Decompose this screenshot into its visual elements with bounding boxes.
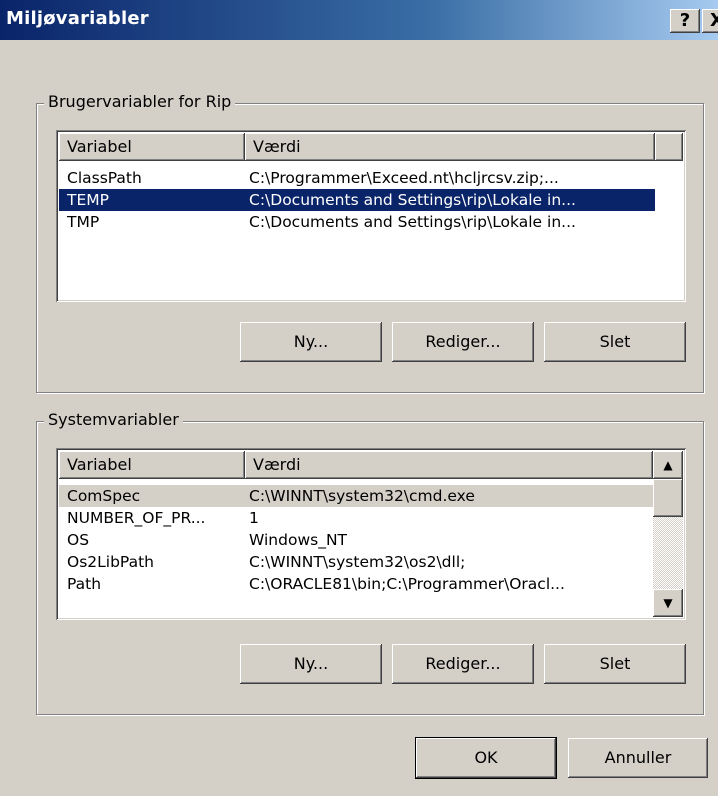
user-column-filler (655, 133, 683, 161)
environment-variables-dialog: Miljøvariabler ? X Brugervariabler for R… (0, 0, 718, 796)
ok-label: OK (474, 748, 498, 767)
scroll-down-arrow-icon: ▼ (663, 596, 673, 610)
user-edit-button[interactable]: Rediger... (392, 322, 534, 362)
variable-value: C:\WINNT\system32\cmd.exe (249, 487, 475, 505)
title-bar[interactable]: Miljøvariabler ? X (0, 0, 718, 40)
cancel-label: Annuller (604, 748, 672, 767)
variable-name: NUMBER_OF_PR... (67, 509, 206, 527)
system-column-value[interactable]: Værdi (245, 451, 653, 479)
variable-value: C:\Programmer\Exceed.nt\hcljrcsv.zip;... (249, 169, 559, 187)
system-delete-button[interactable]: Slet (544, 644, 686, 684)
scroll-up-button[interactable]: ▲ (653, 451, 683, 479)
system-delete-label: Slet (599, 654, 631, 673)
variable-value: Windows_NT (249, 531, 348, 549)
help-button[interactable]: ? (670, 9, 700, 33)
help-icon: ? (679, 10, 691, 31)
user-variables-list[interactable]: Variabel Værdi ClassPath C:\Programmer\E… (56, 130, 686, 302)
variable-name: ComSpec (67, 487, 141, 505)
list-item[interactable]: OS Windows_NT (59, 529, 653, 551)
list-item[interactable]: ClassPath C:\Programmer\Exceed.nt\hcljrc… (59, 167, 655, 189)
variable-name: TEMP (67, 191, 109, 209)
scroll-thumb[interactable] (653, 479, 683, 517)
user-new-label: Ny... (293, 332, 329, 351)
list-item-focused[interactable]: ComSpec C:\WINNT\system32\cmd.exe (59, 485, 653, 507)
list-item[interactable]: TMP C:\Documents and Settings\rip\Lokale… (59, 211, 655, 233)
scroll-down-button[interactable]: ▼ (653, 589, 683, 617)
system-column-variable[interactable]: Variabel (59, 451, 245, 479)
variable-value: C:\Documents and Settings\rip\Lokale in.… (249, 191, 576, 209)
variable-value: C:\ORACLE81\bin;C:\Programmer\Oracl... (249, 575, 565, 593)
close-button[interactable]: X (702, 9, 718, 33)
user-new-button[interactable]: Ny... (240, 322, 382, 362)
user-delete-label: Slet (599, 332, 631, 351)
user-column-variable[interactable]: Variabel (59, 133, 245, 161)
user-column-value[interactable]: Værdi (245, 133, 655, 161)
list-item-selected[interactable]: TEMP C:\Documents and Settings\rip\Lokal… (59, 189, 655, 211)
scroll-up-arrow-icon: ▲ (663, 458, 673, 472)
system-new-label: Ny... (293, 654, 329, 673)
system-edit-label: Rediger... (425, 654, 501, 673)
close-icon: X (710, 10, 718, 31)
variable-value: C:\WINNT\system32\os2\dll; (249, 553, 466, 571)
ok-button[interactable]: OK (416, 738, 556, 778)
variable-name: TMP (67, 213, 100, 231)
variable-name: Path (67, 575, 102, 593)
variable-name: Os2LibPath (67, 553, 154, 571)
system-new-button[interactable]: Ny... (240, 644, 382, 684)
list-item[interactable]: Os2LibPath C:\WINNT\system32\os2\dll; (59, 551, 653, 573)
variable-value: C:\Documents and Settings\rip\Lokale in.… (249, 213, 576, 231)
user-variables-group-label: Brugervariabler for Rip (44, 92, 236, 111)
list-item[interactable]: NUMBER_OF_PR... 1 (59, 507, 653, 529)
user-delete-button[interactable]: Slet (544, 322, 686, 362)
system-variables-group-label: Systemvariabler (44, 410, 183, 429)
system-edit-button[interactable]: Rediger... (392, 644, 534, 684)
list-item[interactable]: Path C:\ORACLE81\bin;C:\Programmer\Oracl… (59, 573, 653, 595)
system-variables-list[interactable]: Variabel Værdi ComSpec C:\WINNT\system32… (56, 448, 686, 620)
variable-name: OS (67, 531, 90, 549)
variable-name: ClassPath (67, 169, 142, 187)
window-title: Miljøvariabler (6, 8, 149, 29)
user-edit-label: Rediger... (425, 332, 501, 351)
cancel-button[interactable]: Annuller (568, 738, 708, 778)
system-list-scrollbar[interactable]: ▲ ▼ (653, 451, 683, 617)
variable-value: 1 (249, 509, 259, 527)
